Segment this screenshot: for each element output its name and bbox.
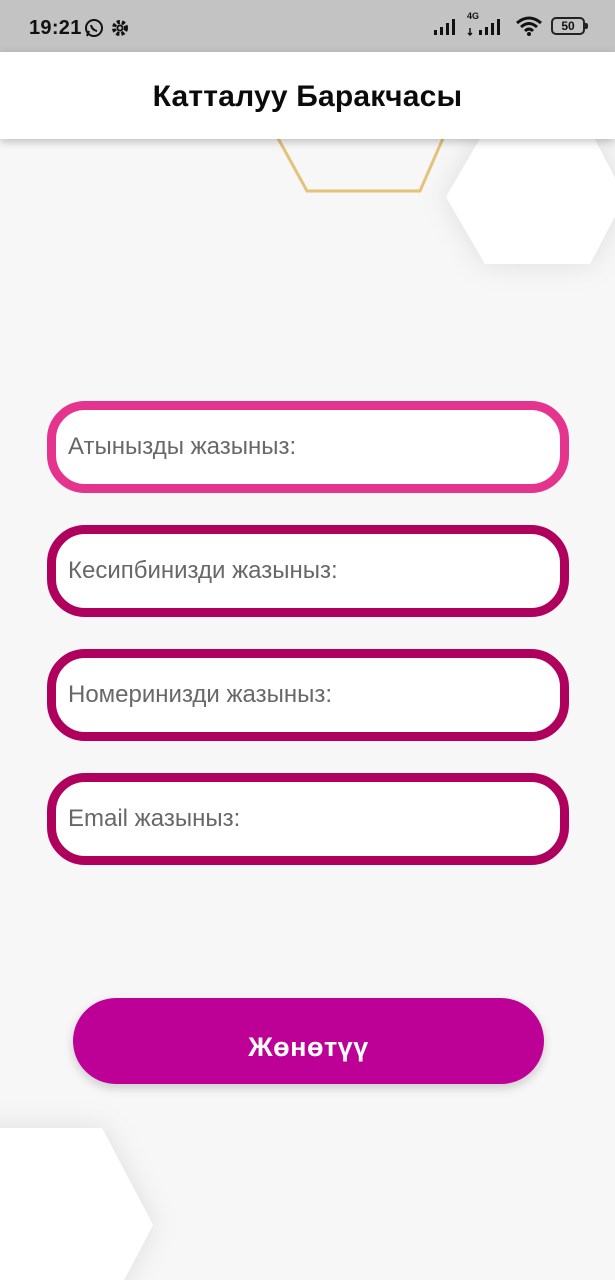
phone-placeholder: Номеринизди жазыныз: [68,681,333,708]
submit-button[interactable]: Жөнөтүү [73,998,544,1084]
name-placeholder: Атынызды жазыныз: [68,433,297,460]
background-decoration [0,118,615,1280]
email-placeholder: Email жазыныз: [68,805,241,832]
profession-field[interactable]: Кесипбинизди жазыныз: [47,525,569,617]
white-hexagon-bottom-left [0,1128,153,1280]
email-field[interactable]: Email жазыныз: [47,773,569,865]
submit-label: Жөнөтүү [248,1032,369,1062]
app-bar: Катталуу Баракчасы [0,52,615,139]
name-field[interactable]: Атынызды жазыныз: [47,401,569,493]
profession-placeholder: Кесипбинизди жазыныз: [68,557,338,584]
white-hexagon-top-right [446,130,615,264]
phone-field[interactable]: Номеринизди жазыныз: [47,649,569,741]
page-title: Катталуу Баракчасы [152,80,463,113]
